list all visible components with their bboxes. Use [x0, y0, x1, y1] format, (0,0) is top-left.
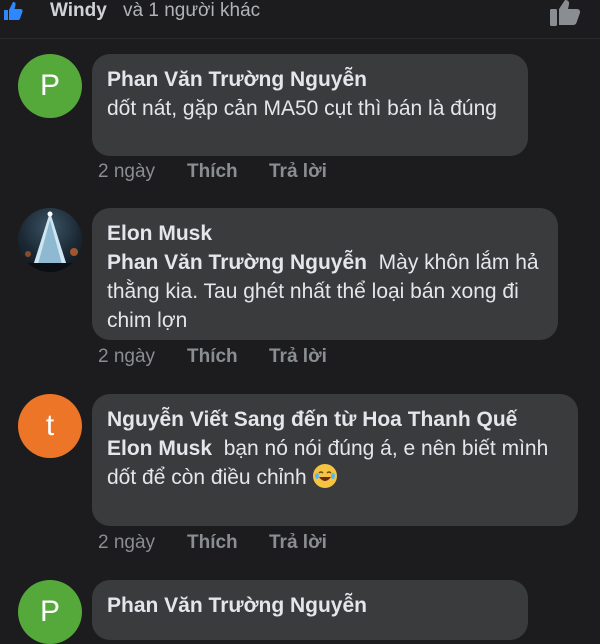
comment-bubble[interactable]: Phan Văn Trường Nguyễn: [92, 580, 528, 640]
avatar[interactable]: [18, 208, 82, 272]
comment-author[interactable]: Nguyễn Viết Sang đến từ Hoa Thanh Quế: [107, 406, 562, 434]
like-button[interactable]: Thích: [187, 532, 269, 554]
comment-time[interactable]: 2 ngày: [98, 532, 187, 554]
comment-actions: 2 ngày Thích Trả lời: [98, 532, 327, 554]
comment-actions: 2 ngày Thích Trả lời: [98, 346, 327, 368]
reply-button[interactable]: Trả lời: [269, 161, 327, 183]
liker-name[interactable]: Windy: [50, 0, 107, 22]
christmas-tree-photo: [18, 211, 82, 272]
avatar-letter: P: [39, 69, 60, 102]
avatar-letter: P: [39, 595, 60, 628]
like-button[interactable]: Thích: [187, 161, 269, 183]
reply-button[interactable]: Trả lời: [269, 532, 327, 554]
reaction-summary[interactable]: Windy và 1 người khác: [0, 0, 600, 30]
like-badge-icon: [4, 2, 23, 20]
comment-bubble[interactable]: Phan Văn Trường Nguyễn dốt nát, gặp cản …: [92, 54, 528, 156]
comment-bubble[interactable]: Elon Musk Phan Văn Trường Nguyễn Mày khô…: [92, 208, 558, 340]
comment-text: Elon Musk bạn nó nói đúng á, e nên biết …: [107, 434, 562, 492]
avatar-letter: t: [45, 409, 55, 442]
comment-time[interactable]: 2 ngày: [98, 161, 187, 183]
mention-tag[interactable]: Elon Musk: [107, 437, 212, 460]
comment-actions: 2 ngày Thích Trả lời: [98, 161, 327, 183]
comment-text: Phan Văn Trường Nguyễn Mày khôn lắm hả t…: [107, 248, 542, 335]
avatar[interactable]: P: [18, 580, 82, 644]
comment-time[interactable]: 2 ngày: [98, 346, 187, 368]
other-likers[interactable]: và 1 người khác: [123, 0, 260, 22]
mention-tag[interactable]: Phan Văn Trường Nguyễn: [107, 251, 367, 274]
divider: [0, 38, 600, 39]
comment-bubble[interactable]: Nguyễn Viết Sang đến từ Hoa Thanh Quế El…: [92, 394, 578, 526]
avatar[interactable]: P: [18, 54, 82, 118]
comment-text: dốt nát, gặp cản MA50 cụt thì bán là đún…: [107, 97, 497, 120]
comment-author[interactable]: Phan Văn Trường Nguyễn: [107, 66, 512, 94]
comment-author[interactable]: Elon Musk: [107, 220, 542, 248]
avatar[interactable]: t: [18, 394, 82, 458]
comment-author[interactable]: Phan Văn Trường Nguyễn: [107, 592, 512, 620]
laughing-tears-emoji: [312, 464, 337, 488]
reply-button[interactable]: Trả lời: [269, 346, 327, 368]
like-button[interactable]: Thích: [187, 346, 269, 368]
thumbs-up-icon[interactable]: [548, 0, 584, 26]
